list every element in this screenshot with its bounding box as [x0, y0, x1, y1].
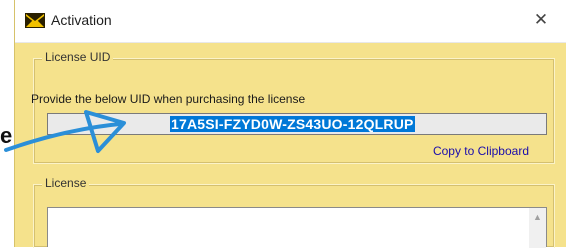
envelope-logo-icon — [25, 13, 45, 28]
license-legend: License — [42, 176, 90, 190]
activation-dialog: Activation ✕ License UID Provide the bel… — [14, 0, 566, 248]
uid-instruction-text: Provide the below UID when purchasing th… — [31, 92, 306, 106]
window-title: Activation — [51, 12, 112, 28]
title-bar: Activation ✕ — [15, 0, 566, 43]
license-input[interactable]: ▲ — [47, 207, 547, 248]
close-button[interactable]: ✕ — [529, 8, 553, 32]
scroll-up-icon[interactable]: ▲ — [529, 208, 546, 225]
close-icon: ✕ — [533, 10, 549, 29]
copy-to-clipboard-link[interactable]: Copy to Clipboard — [433, 144, 529, 158]
uid-field[interactable]: 17A5SI-FZYD0W-ZS43UO-12QLRUP — [47, 113, 547, 135]
license-uid-legend: License UID — [42, 50, 114, 64]
annotation-label-fragment: e — [0, 124, 13, 148]
license-scrollbar[interactable]: ▲ — [529, 208, 546, 248]
uid-value-selected[interactable]: 17A5SI-FZYD0W-ZS43UO-12QLRUP — [170, 116, 415, 132]
